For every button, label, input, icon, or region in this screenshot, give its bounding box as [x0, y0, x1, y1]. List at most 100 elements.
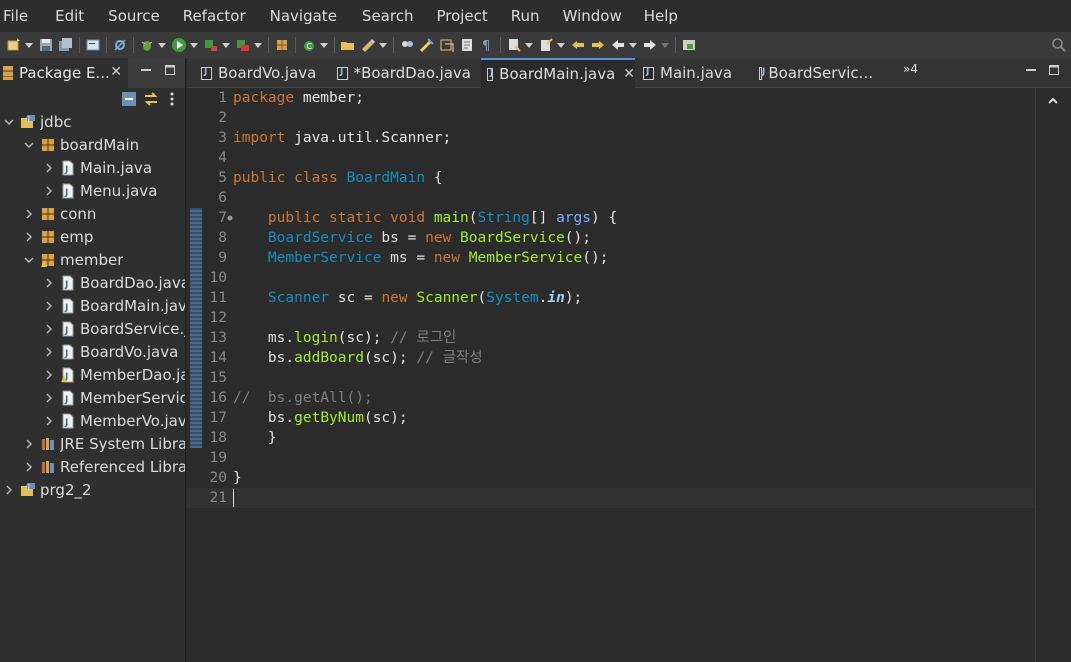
coverage-dropdown-icon[interactable]: [254, 42, 262, 48]
run-icon[interactable]: [171, 37, 187, 53]
chevron-right-icon[interactable]: [42, 161, 56, 175]
new-java-class-icon[interactable]: C: [301, 37, 317, 53]
code-editor[interactable]: 1 package member; 2 3 import java.util.Scann…: [187, 88, 1035, 662]
tree-item[interactable]: JRE System Library: [0, 432, 185, 455]
code-line[interactable]: 7 public static void main(String[] args)…: [187, 208, 1035, 228]
view-menu-icon[interactable]: [168, 91, 176, 107]
menu-item-search[interactable]: Search: [349, 0, 426, 32]
code-line[interactable]: 2: [187, 108, 1035, 128]
open-task-dropdown-icon[interactable]: [379, 42, 387, 48]
menu-item-help[interactable]: Help: [634, 0, 690, 32]
chevron-down-icon[interactable]: [22, 138, 36, 152]
code-line[interactable]: 1 package member;: [187, 88, 1035, 108]
code-line[interactable]: 12: [187, 308, 1035, 328]
code-line[interactable]: 21: [187, 488, 1035, 508]
chevron-right-icon[interactable]: [42, 391, 56, 405]
tree-item[interactable]: boardMain: [0, 133, 185, 156]
open-perspective-icon[interactable]: [681, 37, 697, 53]
code-line[interactable]: 11 Scanner sc = new Scanner(System.in);: [187, 288, 1035, 308]
menu-item-file[interactable]: File: [0, 0, 40, 32]
code-line[interactable]: 13 ms.login(sc); // 로그인: [187, 328, 1035, 348]
menu-item-navigate[interactable]: Navigate: [258, 0, 349, 32]
tree-item[interactable]: member: [0, 248, 185, 271]
code-line[interactable]: 16 // bs.getAll();: [187, 388, 1035, 408]
back-icon[interactable]: [610, 37, 626, 53]
code-line[interactable]: 4: [187, 148, 1035, 168]
chevron-right-icon[interactable]: [42, 322, 56, 336]
toggle-block-selection-icon[interactable]: [439, 37, 455, 53]
code-line[interactable]: 17 bs.getByNum(sc);: [187, 408, 1035, 428]
search-tool-icon[interactable]: [399, 37, 415, 53]
next-annotation-icon[interactable]: [506, 37, 522, 53]
chevron-right-icon[interactable]: [22, 437, 36, 451]
tree-item[interactable]: Referenced Libraries: [0, 455, 185, 478]
editor-tab[interactable]: BoardVo.java: [195, 58, 325, 88]
chevron-right-icon[interactable]: [42, 299, 56, 313]
close-icon[interactable]: ✕: [110, 64, 122, 80]
menu-item-source[interactable]: Source: [96, 0, 172, 32]
menu-item-project[interactable]: Project: [425, 0, 499, 32]
back-dropdown-icon[interactable]: [629, 42, 637, 48]
code-line[interactable]: 20}: [187, 468, 1035, 488]
more-tabs-button[interactable]: »4: [903, 62, 918, 76]
menu-item-edit[interactable]: Edit: [40, 0, 96, 32]
run-last-tool-dropdown-icon[interactable]: [222, 42, 230, 48]
previous-annotation-dropdown-icon[interactable]: [557, 42, 565, 48]
run-last-tool-icon[interactable]: [203, 37, 219, 53]
tree-item[interactable]: J MemberVo.java: [0, 409, 185, 432]
open-task-icon[interactable]: [360, 37, 376, 53]
editor-tab[interactable]: Main.java: [637, 58, 747, 88]
menu-item-refactor[interactable]: Refactor: [172, 0, 258, 32]
debug-icon[interactable]: [139, 37, 155, 53]
tree-item[interactable]: J MemberService.java: [0, 386, 185, 409]
forward-dropdown-icon[interactable]: [661, 42, 669, 48]
chevron-right-icon[interactable]: [42, 345, 56, 359]
tree-item[interactable]: J BoardService.java: [0, 317, 185, 340]
tree-item[interactable]: J BoardDao.java: [0, 271, 185, 294]
chevron-right-icon[interactable]: [22, 207, 36, 221]
minimize-icon[interactable]: [1025, 64, 1037, 76]
open-type-icon[interactable]: [340, 37, 356, 53]
pilcrow-icon[interactable]: ¶: [479, 37, 495, 54]
skip-breakpoints-icon[interactable]: [112, 37, 128, 53]
save-icon[interactable]: [38, 37, 54, 53]
maximize-icon[interactable]: [1048, 64, 1060, 76]
code-line[interactable]: 19: [187, 448, 1035, 468]
code-line[interactable]: 14 bs.addBoard(sc); // 글작성: [187, 348, 1035, 368]
show-whitespace-icon[interactable]: [459, 37, 475, 53]
chevron-right-icon[interactable]: [42, 184, 56, 198]
tree-item[interactable]: J Main.java: [0, 156, 185, 179]
chevron-right-icon[interactable]: [2, 483, 16, 497]
chevron-right-icon[interactable]: [42, 368, 56, 382]
tree-item[interactable]: JMemberDao.java: [0, 363, 185, 386]
tree-item[interactable]: conn: [0, 202, 185, 225]
chevron-right-icon[interactable]: [22, 460, 36, 474]
chevron-down-icon[interactable]: [2, 115, 16, 129]
vertical-scrollbar[interactable]: [1035, 88, 1071, 662]
code-line[interactable]: 3 import java.util.Scanner;: [187, 128, 1035, 148]
quick-access-search-icon[interactable]: [1051, 37, 1067, 53]
run-dropdown-icon[interactable]: [190, 42, 198, 48]
close-icon[interactable]: ✕: [623, 66, 635, 82]
code-line[interactable]: 18 }: [187, 428, 1035, 448]
menu-item-run[interactable]: Run: [500, 0, 552, 32]
coverage-icon[interactable]: [235, 37, 251, 53]
new-dropdown-icon[interactable]: [25, 42, 33, 48]
forward-edit-icon[interactable]: [590, 37, 606, 53]
collapse-all-icon[interactable]: [121, 91, 137, 107]
code-line[interactable]: 15: [187, 368, 1035, 388]
code-line[interactable]: 6: [187, 188, 1035, 208]
editor-tab[interactable]: BoardMain.java ✕: [481, 58, 635, 88]
toggle-mark-occurrences-icon[interactable]: [419, 37, 435, 53]
maximize-icon[interactable]: [164, 64, 176, 76]
next-annotation-dropdown-icon[interactable]: [525, 42, 533, 48]
debug-dropdown-icon[interactable]: [158, 42, 166, 48]
code-line[interactable]: 9 MemberService ms = new MemberService()…: [187, 248, 1035, 268]
editor-tab[interactable]: *BoardDao.java: [331, 58, 471, 88]
tree-item[interactable]: J BoardMain.java: [0, 294, 185, 317]
chevron-right-icon[interactable]: [42, 276, 56, 290]
tree-item[interactable]: emp: [0, 225, 185, 248]
code-line[interactable]: 8 BoardService bs = new BoardService();: [187, 228, 1035, 248]
chevron-right-icon[interactable]: [42, 414, 56, 428]
tree-item[interactable]: Jjdbc: [0, 110, 185, 133]
